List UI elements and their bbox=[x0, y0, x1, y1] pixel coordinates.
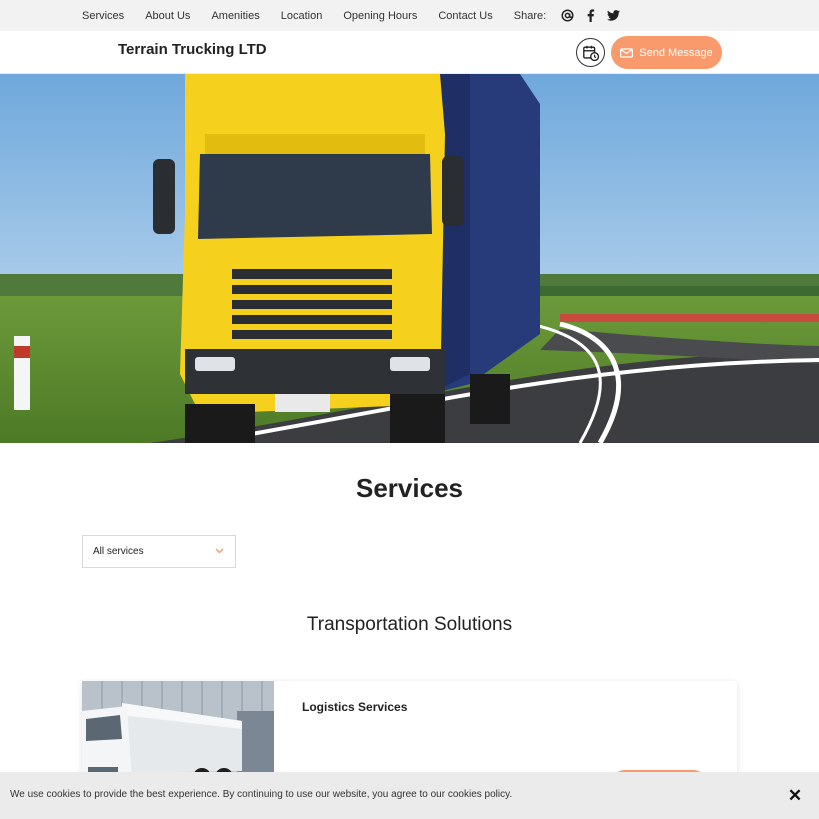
share-label: Share: bbox=[513, 9, 547, 22]
nav-link-contact-us[interactable]: Contact Us bbox=[438, 10, 492, 22]
site-header: Terrain Trucking LTD Send Message bbox=[0, 31, 819, 74]
nav-link-amenities[interactable]: Amenities bbox=[211, 10, 259, 22]
service-card-title[interactable]: Logistics Services bbox=[302, 700, 407, 714]
facebook-icon[interactable] bbox=[583, 9, 597, 23]
send-message-label: Send Message bbox=[639, 46, 713, 59]
send-message-button[interactable]: Send Message bbox=[611, 36, 722, 69]
nav-link-location[interactable]: Location bbox=[281, 10, 323, 22]
email-icon[interactable] bbox=[560, 9, 574, 23]
services-filter-value: All services bbox=[93, 546, 144, 557]
nav-link-services[interactable]: Services bbox=[82, 10, 124, 22]
cookie-message: We use cookies to provide the best exper… bbox=[10, 789, 513, 800]
services-filter-select[interactable]: All services bbox=[82, 535, 236, 568]
top-navigation-bar: Services About Us Amenities Location Ope… bbox=[0, 0, 819, 31]
twitter-icon[interactable] bbox=[606, 9, 620, 23]
close-icon[interactable]: ✕ bbox=[787, 787, 803, 805]
top-nav: Services About Us Amenities Location Ope… bbox=[82, 0, 629, 31]
nav-link-about-us[interactable]: About Us bbox=[145, 10, 190, 22]
nav-link-opening-hours[interactable]: Opening Hours bbox=[343, 10, 417, 22]
services-heading: Services bbox=[356, 473, 463, 503]
cookie-banner: We use cookies to provide the best exper… bbox=[0, 772, 819, 819]
envelope-icon bbox=[620, 47, 634, 58]
section-title: Transportation Solutions bbox=[306, 614, 513, 635]
hero-image bbox=[0, 74, 819, 443]
calendar-clock-icon[interactable] bbox=[576, 38, 605, 67]
chevron-down-icon bbox=[215, 548, 224, 554]
brand-name[interactable]: Terrain Trucking LTD bbox=[118, 41, 267, 58]
